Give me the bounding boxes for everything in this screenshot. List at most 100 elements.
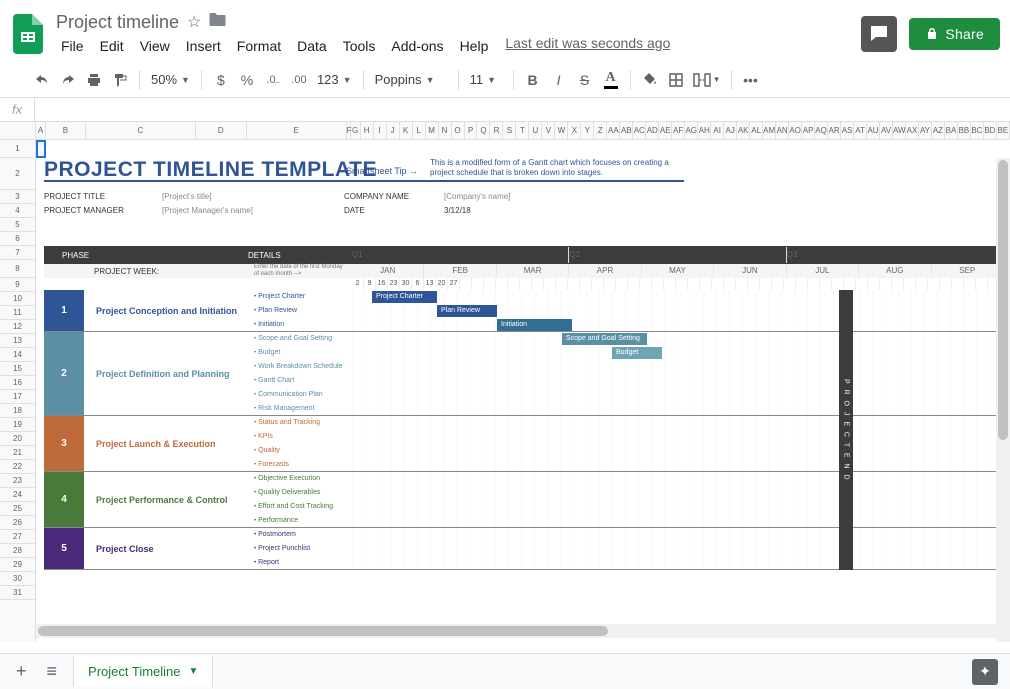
redo-button[interactable] (56, 67, 80, 93)
number-format-dropdown[interactable]: 123▼ (313, 68, 356, 92)
add-sheet-button[interactable]: + (12, 657, 31, 686)
menu-format[interactable]: Format (230, 35, 288, 57)
column-header[interactable]: AX (906, 122, 919, 139)
column-header[interactable]: AG (685, 122, 698, 139)
row-header[interactable]: 24 (0, 488, 35, 502)
column-header[interactable]: AC (633, 122, 646, 139)
column-header[interactable]: L (413, 122, 426, 139)
row-header[interactable]: 11 (0, 306, 35, 320)
paint-format-button[interactable] (108, 67, 132, 93)
row-header[interactable]: 18 (0, 404, 35, 418)
column-header[interactable]: C (86, 122, 196, 139)
column-header[interactable]: AK (737, 122, 750, 139)
row-header[interactable]: 27 (0, 530, 35, 544)
row-header[interactable]: 26 (0, 516, 35, 530)
column-header[interactable]: AV (880, 122, 893, 139)
gantt-bar[interactable]: Scope and Goal Setting (562, 333, 647, 345)
gantt-bar[interactable]: Plan Review (437, 305, 497, 317)
row-header[interactable]: 22 (0, 460, 35, 474)
column-header[interactable]: O (452, 122, 465, 139)
move-folder-icon[interactable] (209, 12, 226, 32)
menu-file[interactable]: File (54, 35, 91, 57)
column-header[interactable]: BD (984, 122, 997, 139)
column-header[interactable]: V (542, 122, 555, 139)
row-header[interactable]: 20 (0, 432, 35, 446)
row-header[interactable]: 1 (0, 140, 35, 158)
row-header[interactable]: 5 (0, 218, 35, 232)
column-header[interactable]: Z (594, 122, 607, 139)
gantt-bar[interactable]: Initiation (497, 319, 572, 331)
column-header[interactable]: S (503, 122, 516, 139)
select-all-corner[interactable] (0, 122, 36, 139)
column-header[interactable]: AY (919, 122, 932, 139)
menu-insert[interactable]: Insert (179, 35, 228, 57)
row-header[interactable]: 29 (0, 558, 35, 572)
gantt-bar[interactable]: Budget (612, 347, 662, 359)
comments-button[interactable] (861, 16, 897, 52)
column-header[interactable]: B (46, 122, 86, 139)
row-header[interactable]: 3 (0, 190, 35, 204)
column-header[interactable]: AW (893, 122, 906, 139)
column-header[interactable]: AM (763, 122, 776, 139)
row-header[interactable]: 15 (0, 362, 35, 376)
column-header[interactable]: R (490, 122, 503, 139)
row-header[interactable]: 21 (0, 446, 35, 460)
undo-button[interactable] (30, 67, 54, 93)
menu-data[interactable]: Data (290, 35, 334, 57)
column-headers[interactable]: ABCDEFGHIJKLMNOPQRSTUVWXYZAAABACADAEAFAG… (0, 122, 1010, 140)
column-header[interactable]: AB (620, 122, 633, 139)
column-header[interactable]: AQ (815, 122, 828, 139)
decrease-decimal-button[interactable]: .0_ (261, 67, 285, 93)
column-header[interactable]: Q (477, 122, 490, 139)
menu-edit[interactable]: Edit (93, 35, 131, 57)
row-header[interactable]: 28 (0, 544, 35, 558)
column-header[interactable]: AJ (724, 122, 737, 139)
menu-help[interactable]: Help (453, 35, 496, 57)
column-header[interactable]: K (400, 122, 413, 139)
bold-button[interactable]: B (521, 67, 545, 93)
explore-button[interactable]: ✦ (972, 659, 998, 685)
fill-color-button[interactable] (638, 67, 662, 93)
italic-button[interactable]: I (547, 67, 571, 93)
column-header[interactable]: AF (672, 122, 685, 139)
borders-button[interactable] (664, 67, 688, 93)
row-header[interactable]: 8 (0, 260, 35, 278)
currency-button[interactable]: $ (209, 67, 233, 93)
column-header[interactable]: AP (802, 122, 815, 139)
row-header[interactable]: 4 (0, 204, 35, 218)
font-dropdown[interactable]: Poppins▼ (371, 68, 451, 92)
row-headers[interactable]: 1234567891011121314151617181920212223242… (0, 140, 36, 642)
column-header[interactable]: AO (789, 122, 802, 139)
column-header[interactable]: BE (997, 122, 1010, 139)
print-button[interactable] (82, 67, 106, 93)
column-header[interactable]: AH (698, 122, 711, 139)
row-header[interactable]: 6 (0, 232, 35, 246)
row-header[interactable]: 10 (0, 292, 35, 306)
row-header[interactable]: 25 (0, 502, 35, 516)
column-header[interactable]: BC (971, 122, 984, 139)
column-header[interactable]: AI (711, 122, 724, 139)
column-header[interactable]: AZ (932, 122, 945, 139)
row-header[interactable]: 9 (0, 278, 35, 292)
column-header[interactable]: H (361, 122, 374, 139)
column-header[interactable]: AA (607, 122, 620, 139)
document-title[interactable]: Project timeline (56, 12, 179, 33)
all-sheets-button[interactable]: ≡ (43, 657, 62, 686)
column-header[interactable]: AU (867, 122, 880, 139)
merge-cells-button[interactable]: ▼ (690, 67, 724, 93)
sheet-content[interactable]: PROJECT TIMELINE TEMPLATE Smartsheet Tip… (36, 140, 1010, 642)
column-header[interactable]: P (465, 122, 478, 139)
row-header[interactable]: 23 (0, 474, 35, 488)
menu-view[interactable]: View (133, 35, 177, 57)
last-edit-link[interactable]: Last edit was seconds ago (505, 35, 670, 57)
column-header[interactable]: AD (646, 122, 659, 139)
increase-decimal-button[interactable]: .00 (287, 67, 311, 93)
sheets-logo[interactable] (8, 14, 48, 54)
sheet-tab-active[interactable]: Project Timeline ▼ (73, 656, 213, 687)
column-header[interactable]: U (529, 122, 542, 139)
column-header[interactable]: E (247, 122, 347, 139)
column-header[interactable]: T (516, 122, 529, 139)
share-button[interactable]: Share (909, 18, 1000, 50)
row-header[interactable]: 13 (0, 334, 35, 348)
text-color-button[interactable]: A (599, 67, 623, 93)
